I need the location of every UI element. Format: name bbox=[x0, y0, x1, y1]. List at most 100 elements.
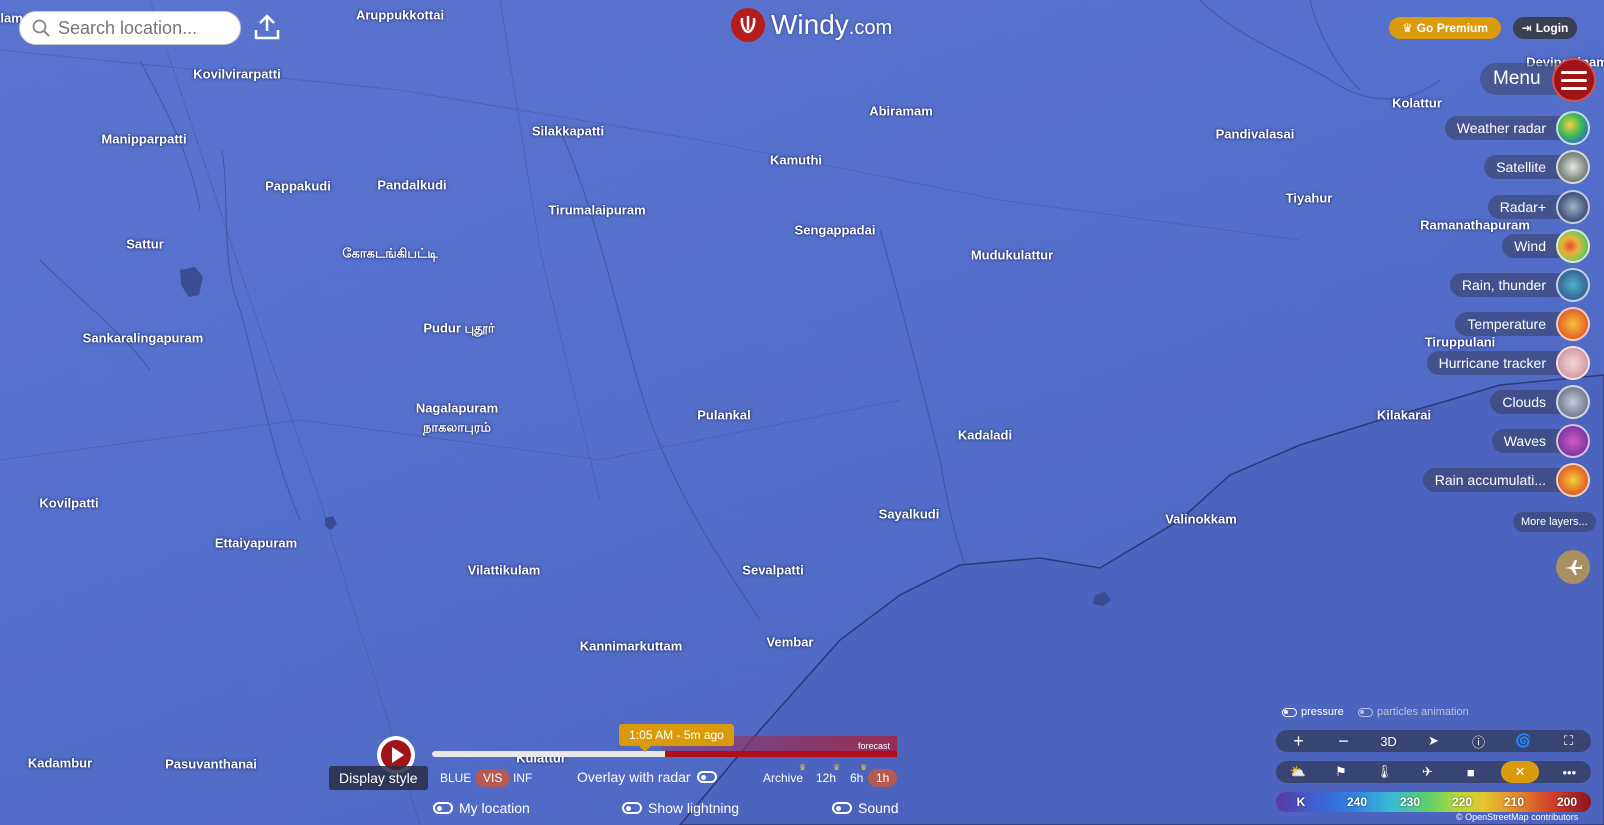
layer-rain-thunder[interactable]: Rain, thunder bbox=[1449, 268, 1590, 302]
color-legend[interactable]: K 240 230 220 210 200 bbox=[1276, 792, 1591, 812]
show-lightning-toggle[interactable]: Show lightning bbox=[622, 800, 739, 816]
particles-animation-toggle[interactable]: particles animation bbox=[1358, 706, 1469, 718]
interval-1h[interactable]: 1h bbox=[868, 769, 898, 787]
upload-icon[interactable] bbox=[252, 12, 282, 42]
sound-toggle[interactable]: Sound bbox=[832, 800, 898, 816]
my-location-label: My location bbox=[459, 800, 530, 816]
layer-hurricane-tracker[interactable]: Hurricane tracker bbox=[1426, 346, 1590, 380]
place-label: Sattur bbox=[126, 236, 164, 252]
airplane-icon[interactable] bbox=[1556, 550, 1590, 584]
map-toolbar: + − 3D ➤ ⓘ 🌀 ⛶ bbox=[1276, 730, 1591, 752]
sea-area bbox=[679, 374, 1604, 825]
legend-tick: 200 bbox=[1556, 795, 1578, 809]
pressure-toggle[interactable]: pressure bbox=[1282, 706, 1344, 718]
place-label: Mudukulattur bbox=[970, 247, 1054, 263]
place-label: Kamuthi bbox=[770, 152, 822, 168]
timeline-past bbox=[432, 751, 665, 757]
place-label: Sevalpatti bbox=[742, 562, 804, 578]
place-label: Manipparpatti bbox=[101, 131, 187, 147]
search-input[interactable] bbox=[58, 17, 228, 39]
search-bar[interactable] bbox=[19, 11, 241, 45]
place-label: Pudur புதூர் bbox=[423, 320, 495, 336]
timeline-handle[interactable]: 1:05 AM - 5m ago bbox=[619, 724, 734, 752]
waves-icon bbox=[1556, 424, 1590, 458]
place-label: Kadambur bbox=[27, 755, 93, 771]
locate-icon[interactable]: ➤ bbox=[1421, 730, 1447, 752]
rain-thunder-icon bbox=[1556, 268, 1590, 302]
more-layers-button[interactable]: More layers... bbox=[1513, 512, 1596, 532]
windy-logo-icon bbox=[731, 8, 765, 42]
show-lightning-label: Show lightning bbox=[648, 800, 740, 816]
toggle-icon bbox=[1282, 707, 1297, 717]
airplane-icon[interactable]: ✈ bbox=[1414, 761, 1440, 783]
sound-label: Sound bbox=[858, 800, 899, 816]
place-label: Pandalkudi bbox=[377, 177, 447, 193]
toggle-icon bbox=[832, 802, 852, 814]
login-button[interactable]: ⇥ Login bbox=[1513, 17, 1577, 39]
timeline-slider[interactable] bbox=[432, 751, 897, 757]
archive-label: Archive bbox=[763, 771, 804, 785]
radar-plus-icon bbox=[1556, 190, 1590, 224]
place-label: Kovilpatti bbox=[39, 495, 99, 511]
layer-temperature[interactable]: Temperature bbox=[1455, 307, 1590, 341]
display-style-button[interactable]: Display style bbox=[329, 766, 428, 790]
3d-button[interactable]: 3D bbox=[1376, 730, 1402, 752]
legend-tick: 240 bbox=[1346, 795, 1368, 809]
my-location-toggle[interactable]: My location bbox=[433, 800, 530, 816]
interval-6h[interactable]: 6h bbox=[850, 771, 863, 785]
overlay-radar-label: Overlay with radar bbox=[577, 769, 691, 785]
archive-button[interactable]: Archive bbox=[763, 771, 803, 785]
more-icon[interactable]: ••• bbox=[1556, 761, 1582, 783]
place-label: Sankaralingapuram bbox=[82, 330, 204, 346]
fullscreen-icon[interactable]: ⛶ bbox=[1556, 730, 1582, 752]
hurricane-icon[interactable]: 🌀 bbox=[1511, 730, 1537, 752]
legend-unit: K bbox=[1296, 795, 1306, 809]
flag-icon[interactable]: ⚑ bbox=[1328, 761, 1354, 783]
place-label: Silakkapatti bbox=[531, 123, 605, 139]
brand-logo[interactable]: Windy.com bbox=[731, 8, 892, 42]
satellite-map[interactable] bbox=[0, 0, 1604, 825]
place-label: Pulankal bbox=[697, 407, 751, 423]
crown-icon: ♛ bbox=[833, 763, 841, 772]
interval-12h[interactable]: 12h bbox=[816, 771, 836, 785]
layer-wind[interactable]: Wind bbox=[1502, 229, 1590, 263]
go-premium-button[interactable]: ♛ Go Premium bbox=[1389, 17, 1501, 39]
zoom-in-button[interactable]: + bbox=[1286, 730, 1312, 752]
place-label: Vilattikulam bbox=[467, 562, 541, 578]
weather-icon[interactable]: ⛅ bbox=[1285, 761, 1311, 783]
style-vis[interactable]: VIS bbox=[475, 769, 511, 787]
place-label: Kilakarai bbox=[1376, 407, 1432, 423]
legend-tick: 220 bbox=[1451, 795, 1473, 809]
zoom-out-button[interactable]: − bbox=[1331, 730, 1357, 752]
layer-weather-radar[interactable]: Weather radar bbox=[1444, 111, 1590, 145]
login-label: Login bbox=[1535, 21, 1569, 35]
place-label: Aruppukkottai bbox=[355, 7, 445, 23]
layer-satellite[interactable]: Satellite bbox=[1484, 150, 1590, 184]
layer-radar-plus[interactable]: Radar+ bbox=[1487, 190, 1590, 224]
overlay-radar-toggle[interactable]: Overlay with radar bbox=[577, 769, 717, 785]
thermometer-icon[interactable]: 🌡 bbox=[1371, 761, 1397, 783]
style-blue[interactable]: BLUE bbox=[440, 771, 471, 785]
camera-icon[interactable]: ■ bbox=[1458, 761, 1484, 783]
layer-clouds[interactable]: Clouds bbox=[1490, 385, 1590, 419]
place-label: Vembar bbox=[766, 634, 814, 650]
place-label: Sayalkudi bbox=[878, 506, 940, 522]
layer-waves[interactable]: Waves bbox=[1491, 424, 1590, 458]
rain-accumulation-icon bbox=[1556, 463, 1590, 497]
place-label: Kannimarkuttam bbox=[579, 638, 683, 654]
style-inf[interactable]: INF bbox=[513, 771, 532, 785]
toggle-icon bbox=[696, 771, 717, 783]
place-label: Kovilvirarpatti bbox=[193, 66, 281, 82]
place-label: Kolattur bbox=[1392, 95, 1442, 111]
wind-icon bbox=[1556, 229, 1590, 263]
hamburger-icon[interactable] bbox=[1552, 58, 1596, 102]
layer-rain-accumulation[interactable]: Rain accumulati... bbox=[1422, 463, 1590, 497]
particles-label: particles animation bbox=[1377, 706, 1469, 718]
login-icon: ⇥ bbox=[1521, 21, 1532, 35]
close-icon[interactable]: ✕ bbox=[1501, 761, 1540, 783]
place-label: Nagalapuram bbox=[415, 400, 499, 416]
crown-icon: ♛ bbox=[799, 763, 807, 772]
map-attribution[interactable]: © OpenStreetMap contributors bbox=[1456, 812, 1578, 822]
info-icon[interactable]: ⓘ bbox=[1466, 730, 1492, 752]
place-label: Tiyahur bbox=[1285, 190, 1333, 206]
